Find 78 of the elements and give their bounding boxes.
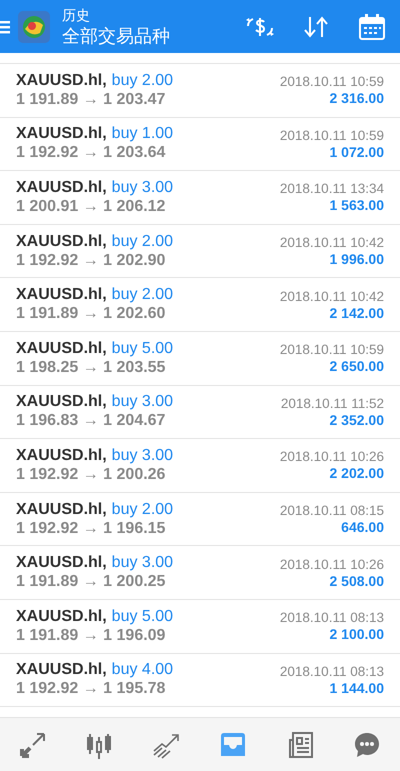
timestamp-label: 2018.10.11 10:59 — [280, 342, 384, 358]
price-range-label: 1 191.89 → 1 202.60 — [16, 305, 166, 324]
profit-label: 2 316.00 — [330, 90, 384, 106]
deal-type-label: buy 4.00 — [112, 661, 174, 680]
timestamp-label: 2018.10.11 10:42 — [280, 288, 384, 304]
app-logo-icon — [18, 10, 50, 42]
price-range-label: 1 191.89 → 1 200.25 — [16, 573, 166, 592]
symbol-label: XAUUSD.hl, — [16, 286, 107, 304]
symbol-label: XAUUSD.hl, — [16, 554, 107, 572]
timestamp-label: 2018.10.11 10:59 — [280, 74, 384, 90]
deal-type-label: buy 2.00 — [112, 232, 174, 251]
deal-type-label: buy 5.00 — [112, 340, 174, 358]
symbol-label: XAUUSD.hl, — [16, 500, 107, 519]
timestamp-label: 2018.10.11 10:42 — [280, 235, 384, 250]
price-range-label: 1 192.92 → 1 196.15 — [16, 520, 166, 538]
symbol-label: XAUUSD.hl, — [16, 661, 107, 680]
deal-type-label: buy 3.00 — [112, 554, 174, 572]
deal-type-label: buy 3.00 — [112, 178, 174, 197]
deal-row[interactable]: XAUUSD.hl, buy 4.00 1 192.92 → 1 195.78 2018.10.11 08:13 1 144.00 — [0, 654, 400, 708]
symbol-label: XAUUSD.hl, — [16, 178, 107, 197]
symbol-filter[interactable]: 全部交易品种 — [62, 24, 232, 48]
screen-title: 历史 — [62, 6, 91, 24]
deal-row[interactable]: XAUUSD.hl, buy 1.00 1 192.92 → 1 203.64 2018.10.11 10:59 1 072.00 — [0, 118, 400, 172]
timestamp-label: 2018.10.11 10:26 — [280, 449, 384, 464]
deal-type-label: buy 3.00 — [112, 393, 174, 412]
price-range-label: 1 198.25 → 1 203.55 — [16, 358, 166, 377]
symbol-label: XAUUSD.hl, — [16, 393, 107, 412]
chat-bubble-icon[interactable] — [352, 730, 381, 758]
profit-label: 1 996.00 — [330, 251, 384, 268]
profit-label: 2 100.00 — [330, 626, 384, 642]
profit-label: 646.00 — [341, 519, 384, 536]
symbol-label: XAUUSD.hl, — [16, 72, 107, 90]
timestamp-label: 2018.10.11 08:13 — [280, 664, 384, 679]
timestamp-label: 2018.10.11 08:13 — [280, 610, 384, 626]
deal-row[interactable]: XAUUSD.hl, buy 2.00 1 191.89 → 1 202.60 2018.10.11 10:42 2 142.00 — [0, 278, 400, 332]
timestamp-label: 2018.10.11 11:52 — [280, 396, 384, 411]
profit-label: 2 202.00 — [330, 465, 384, 482]
deal-row[interactable]: XAUUSD.hl, buy 5.00 1 198.25 → 1 203.55 2018.10.11 10:59 2 650.00 — [0, 332, 400, 386]
profit-label: 1 072.00 — [330, 144, 384, 160]
symbol-label: XAUUSD.hl, — [16, 340, 107, 358]
price-range-label: 1 192.92 → 1 195.78 — [16, 680, 166, 698]
deal-row[interactable]: XAUUSD.hl, buy 5.00 1 191.89 → 1 196.09 2018.10.11 08:13 2 100.00 — [0, 600, 400, 654]
profit-label: 2 650.00 — [330, 358, 384, 374]
profit-label: 1 563.00 — [330, 197, 384, 214]
price-range-label: 1 196.83 → 1 204.67 — [16, 412, 166, 430]
deal-row[interactable]: XAUUSD.hl, buy 2.00 1 192.92 → 1 196.15 2018.10.11 08:15 646.00 — [0, 492, 400, 546]
symbol-label: XAUUSD.hl, — [16, 232, 107, 251]
deal-type-label: buy 5.00 — [112, 608, 174, 626]
deal-row[interactable]: XAUUSD.hl, buy 2.00 1 191.89 → 1 203.47 2018.10.11 10:59 2 316.00 — [0, 64, 400, 118]
deal-type-label: buy 2.00 — [112, 286, 174, 304]
profit-label: 2 142.00 — [330, 304, 384, 321]
profit-label: 2 508.00 — [330, 572, 384, 589]
symbol-label: XAUUSD.hl, — [16, 125, 107, 144]
price-range-label: 1 192.92 → 1 202.90 — [16, 252, 166, 270]
deal-type-label: buy 1.00 — [112, 125, 174, 144]
timestamp-label: 2018.10.11 13:34 — [280, 181, 384, 196]
deal-row[interactable]: XAUUSD.hl, buy 2.00 1 192.92 → 1 202.90 2018.10.11 10:42 1 996.00 — [0, 224, 400, 278]
deal-row[interactable]: XAUUSD.hl, buy 3.00 1 191.89 → 1 200.25 2018.10.11 10:26 2 508.00 — [0, 546, 400, 600]
price-range-label: 1 192.92 → 1 200.26 — [16, 466, 166, 484]
timestamp-label: 2018.10.11 08:15 — [280, 503, 384, 518]
symbol-label: XAUUSD.hl, — [16, 446, 107, 465]
price-range-label: 1 192.92 → 1 203.64 — [16, 144, 166, 162]
deal-type-label: buy 2.00 — [112, 72, 174, 90]
price-range-label: 1 191.89 → 1 196.09 — [16, 626, 166, 645]
diagonal-arrows-icon[interactable] — [19, 730, 48, 758]
symbol-label: XAUUSD.hl, — [16, 608, 107, 626]
price-range-label: 1 191.89 → 1 203.47 — [16, 90, 166, 109]
newspaper-icon[interactable] — [286, 730, 314, 758]
deal-row[interactable]: XAUUSD.hl, buy 3.00 1 200.91 → 1 206.12 2018.10.11 13:34 1 563.00 — [0, 171, 400, 225]
profit-label: 2 352.00 — [330, 412, 384, 428]
profit-label: 1 144.00 — [330, 680, 384, 696]
price-range-label: 1 200.91 → 1 206.12 — [16, 198, 166, 216]
deal-row[interactable]: XAUUSD.hl, buy 3.00 1 192.92 → 1 200.26 2018.10.11 10:26 2 202.00 — [0, 439, 400, 493]
timestamp-label: 2018.10.11 10:26 — [280, 556, 384, 572]
deal-row[interactable]: XAUUSD.hl, buy 3.00 1 196.83 → 1 204.67 2018.10.11 11:52 2 352.00 — [0, 386, 400, 440]
deal-type-label: buy 3.00 — [112, 446, 174, 465]
timestamp-label: 2018.10.11 10:59 — [280, 128, 384, 143]
deal-type-label: buy 2.00 — [112, 500, 174, 519]
